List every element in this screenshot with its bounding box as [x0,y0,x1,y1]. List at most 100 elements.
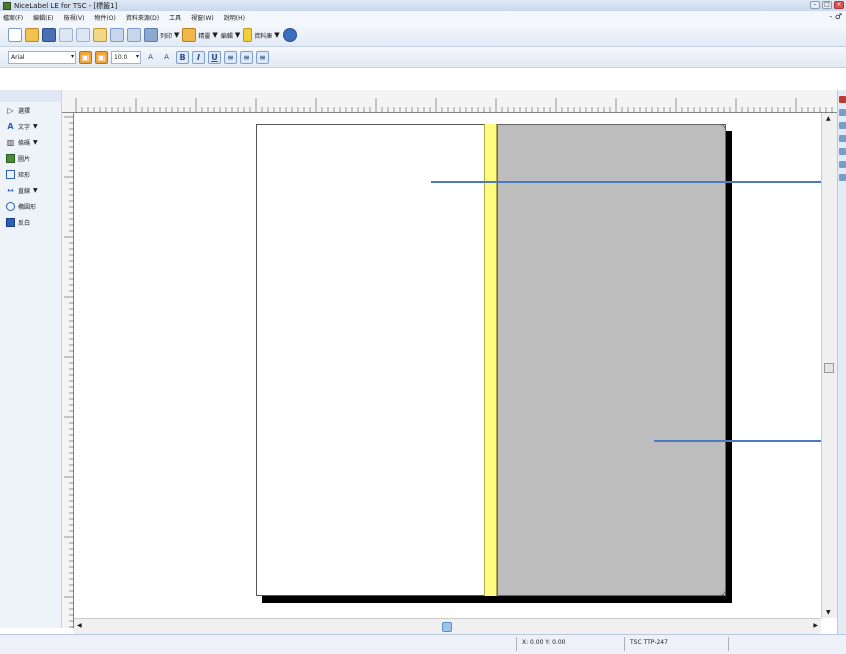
font-option-b-button[interactable]: ▣ [95,50,108,64]
tool-picture[interactable]: 圖片 [0,150,61,166]
edit-dropdown[interactable]: 編輯 ▼ [221,31,240,40]
datasource-label: 資料庫 [254,32,273,40]
open-folder-icon[interactable] [25,28,39,42]
menu-object[interactable]: 物件(O) [94,13,115,22]
panel-tab-icon[interactable] [839,148,846,155]
horizontal-ruler [62,90,837,113]
scroll-up-icon[interactable]: ▲ [826,115,831,122]
dropdown-arrow-icon: ▼ [274,31,280,39]
tool-label: 圖片 [18,155,31,163]
mdi-restore-icon[interactable]: - ♂ [829,12,842,21]
cursor-coordinates: X: 0.00 Y: 0.00 [522,639,566,646]
help-icon[interactable] [282,28,297,42]
tool-ellipse[interactable]: 橢圓形 [0,198,61,214]
wizard-dropdown[interactable]: 精靈 ▼ [182,28,218,42]
wizard-label: 精靈 [198,32,211,40]
printer-icon [144,28,158,42]
tools-panel: ▷ 選擇 A 文字 ▼ ▥ 條碼 ▼ 圖片 矩形 ↔ 直線 ▼ 橢圓形 反白 [0,90,62,628]
dropdown-arrow-icon: ▼ [174,31,180,39]
panel-tab-icon[interactable] [839,122,846,129]
horizontal-ruler-ticks [75,98,833,113]
font-family-value: Arial [11,53,25,61]
tool-barcode[interactable]: ▥ 條碼 ▼ [0,134,61,150]
print-dropdown[interactable]: 列印 ▼ [144,28,179,42]
line-icon: ↔ [7,185,14,195]
align-right-icon[interactable]: ≡ [256,50,269,64]
minimize-button[interactable]: – [810,1,820,9]
format-toolbar: Arial ▾ ▣ ▣ 10.0 ▾ A A B I U ≡ ≡ ≡ [0,47,846,68]
paste-icon[interactable] [93,28,107,42]
chevron-down-icon: ▾ [135,52,139,60]
printer-name: TSC TTP-247 [630,639,668,646]
align-center-icon[interactable]: ≡ [240,50,253,64]
menu-view[interactable]: 檢視(V) [64,13,85,22]
callout-line [431,181,838,183]
panel-tab-icon[interactable] [839,161,846,168]
horizontal-scroll-thumb[interactable] [442,622,452,632]
close-button[interactable]: × [834,1,844,9]
rectangle-icon [6,169,15,179]
ellipse-icon [6,201,15,211]
scroll-down-icon[interactable]: ▼ [826,609,831,616]
tool-label: 矩形 [18,171,31,179]
menu-bar: 檔案(F) 編輯(E) 檢視(V) 物件(O) 資料來源(D) 工具 視窗(W)… [0,11,846,24]
vertical-ruler [62,113,74,628]
align-left-icon[interactable]: ≡ [224,50,237,64]
tool-line[interactable]: ↔ 直線 ▼ [0,182,61,198]
new-file-icon[interactable] [8,28,22,42]
scroll-left-icon[interactable]: ◀ [77,622,82,629]
callout-line [654,440,838,442]
status-separator [516,637,517,651]
inverse-icon [6,217,15,227]
label-unprintable-area [497,124,726,596]
font-family-select[interactable]: Arial ▾ [8,50,76,64]
database-icon [243,28,253,42]
print-label: 列印 [160,32,173,40]
pointer-icon: ▷ [7,105,14,115]
shrink-font-button[interactable]: A [160,51,173,64]
underline-button[interactable]: U [208,50,221,64]
tool-label: 文字 [18,123,31,131]
menu-datasource[interactable]: 資料來源(D) [126,13,159,22]
tool-rectangle[interactable]: 矩形 [0,166,61,182]
panel-tab-icon[interactable] [839,109,846,116]
bold-button[interactable]: B [176,50,189,64]
menu-tools[interactable]: 工具 [169,13,181,22]
panel-tab-icon[interactable] [839,174,846,181]
chevron-down-icon: ▾ [70,52,74,60]
italic-button[interactable]: I [192,50,205,64]
tool-label: 選擇 [18,107,31,115]
panel-header [0,90,61,102]
cut-icon[interactable] [59,28,73,42]
tool-text[interactable]: A 文字 ▼ [0,118,61,134]
tool-label: 條碼 [18,139,31,147]
menu-help[interactable]: 說明(H) [224,13,245,22]
right-docked-panel [837,90,846,634]
undo-icon[interactable] [110,28,124,42]
tool-select[interactable]: ▷ 選擇 [0,102,61,118]
menu-file[interactable]: 檔案(F) [3,13,23,22]
font-option-a-button[interactable]: ▣ [79,50,92,64]
text-icon: A [7,121,14,131]
menu-edit[interactable]: 編輯(E) [33,13,53,22]
font-size-select[interactable]: 10.0 ▾ [111,50,141,64]
panel-tab-icon[interactable] [839,96,846,103]
datasource-dropdown[interactable]: 資料庫 ▼ [243,28,280,42]
dropdown-arrow-icon: ▼ [33,186,38,194]
horizontal-scrollbar[interactable]: ◀ ▶ [74,618,821,634]
save-icon[interactable] [42,28,56,42]
vertical-scrollbar[interactable]: ▲ ▼ [821,113,837,618]
copy-icon[interactable] [76,28,90,42]
tool-label: 橢圓形 [18,203,37,211]
vertical-scroll-thumb[interactable] [824,363,834,373]
dropdown-arrow-icon: ▼ [234,31,241,39]
picture-icon [6,153,15,163]
maximize-button[interactable]: □ [822,1,832,9]
window-controls: – □ × [810,1,844,9]
redo-icon[interactable] [127,28,141,42]
panel-tab-icon[interactable] [839,135,846,142]
grow-font-button[interactable]: A [144,51,157,64]
menu-window[interactable]: 視窗(W) [191,13,214,22]
scroll-right-icon[interactable]: ▶ [813,622,818,629]
tool-inverse[interactable]: 反白 [0,214,61,230]
